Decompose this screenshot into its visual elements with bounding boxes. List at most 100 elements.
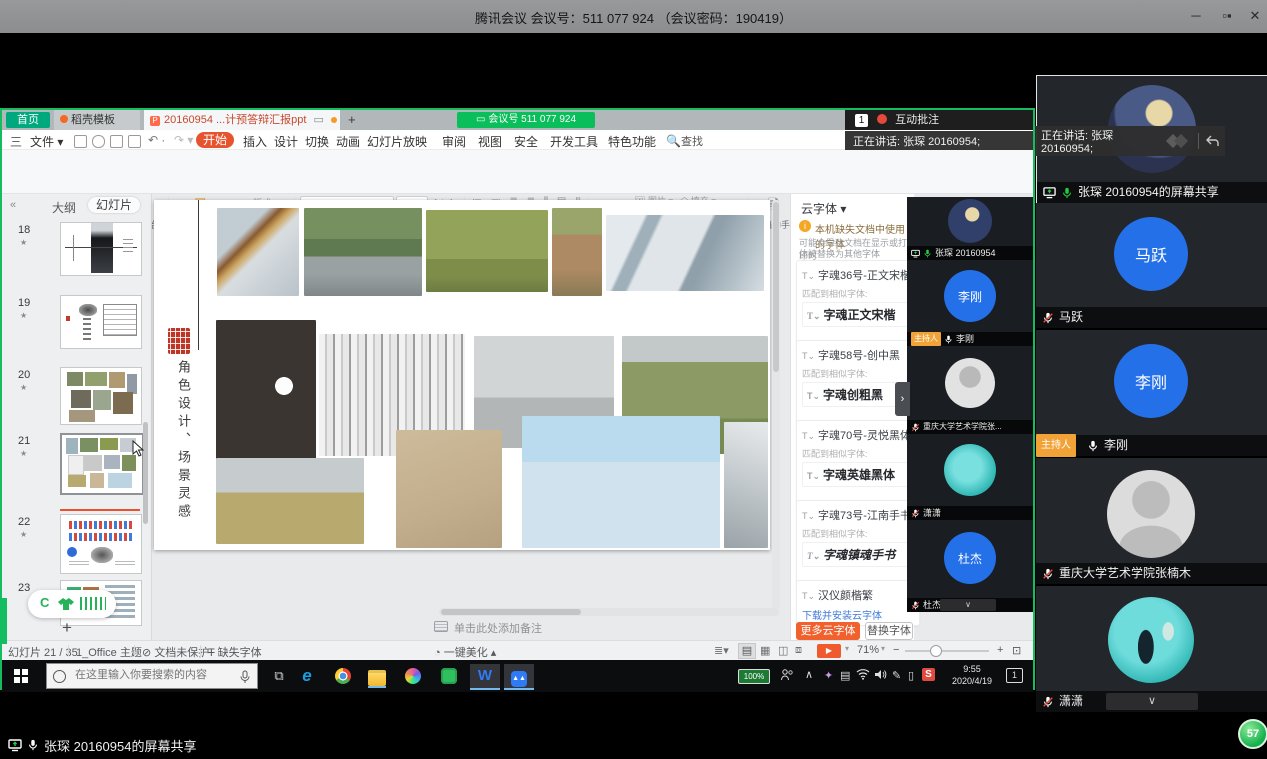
tray-app1-icon[interactable]: ✦	[824, 669, 833, 701]
missing-font-status[interactable]: T 缺失字体	[208, 644, 262, 660]
menu-review[interactable]: 审阅	[442, 133, 466, 150]
notification-icon[interactable]: 1	[1006, 668, 1023, 700]
undo-icon[interactable]: ↶ ·	[148, 133, 165, 147]
restore-button[interactable]: ▫▪	[1214, 6, 1240, 26]
collapse-panel-icon[interactable]: «	[10, 199, 16, 211]
redo-icon[interactable]: ↷ ▾	[174, 133, 193, 147]
share-toolbar-meeting-pill[interactable]: ▭会议号 511 077 924	[457, 112, 595, 128]
zoom-slider-handle[interactable]	[930, 645, 942, 657]
inner-participant-tile[interactable]: 重庆大学艺术学院张...	[907, 346, 1033, 434]
tray-s-app-icon[interactable]: S	[922, 668, 935, 700]
tab-outline[interactable]: 大纲	[52, 199, 76, 216]
reading-view-icon[interactable]: ◫	[778, 644, 788, 657]
chevron-collapse-icon[interactable]: ∨	[1106, 693, 1198, 710]
menu-devtools[interactable]: 开发工具	[550, 133, 598, 150]
menu-features[interactable]: 特色功能	[608, 133, 656, 150]
preview-icon[interactable]	[110, 135, 123, 148]
battery-indicator[interactable]: 100%	[738, 669, 770, 701]
floating-capture-widget[interactable]: C	[28, 590, 116, 618]
menu-file[interactable]: 文件 ▾	[30, 133, 63, 150]
slide-thumb-19[interactable]	[60, 295, 142, 349]
download-font-link[interactable]: 下载并安装云字体	[802, 607, 914, 622]
inner-participant-tile[interactable]: 潇潇	[907, 434, 1033, 520]
menu-view[interactable]: 视图	[478, 133, 502, 150]
taskbar-search[interactable]	[46, 663, 258, 689]
photos-app-icon[interactable]	[400, 664, 426, 688]
font-card-download[interactable]: T⌄汉仪颜楷繁 下载并安装云字体	[796, 580, 920, 626]
explorer-icon[interactable]	[364, 664, 390, 688]
add-slide-button[interactable]: +	[62, 618, 72, 638]
reply-arrow-icon[interactable]	[1205, 135, 1219, 147]
annotate-button[interactable]: 互动批注	[895, 114, 939, 126]
inner-participant-tile[interactable]: 张琛 20160954	[907, 197, 1033, 260]
tray-app2-icon[interactable]: ▯	[908, 669, 914, 701]
green-app-icon[interactable]	[436, 664, 462, 688]
notes-bar[interactable]: 单击此处添加备注	[434, 620, 542, 636]
play-slideshow-button[interactable]: ▶	[817, 644, 841, 658]
edge-icon[interactable]: e	[294, 664, 320, 688]
beautify-button[interactable]: ◔ 一键美化 ▴	[434, 644, 496, 660]
theme-name[interactable]: 1_Office 主题	[76, 644, 142, 660]
menu-security[interactable]: 安全	[514, 133, 538, 150]
tab-slides[interactable]: 幻灯片	[88, 197, 140, 213]
member-count-badge[interactable]: 1	[855, 114, 868, 127]
wifi-icon[interactable]	[856, 668, 870, 700]
slide-canvas[interactable]: 角色设计、场景灵感	[154, 200, 770, 550]
menu-design[interactable]: 设计	[274, 133, 298, 150]
clock[interactable]: 9:552020/4/19	[944, 664, 1000, 696]
search-input[interactable]	[73, 668, 227, 682]
start-button[interactable]	[8, 664, 34, 688]
font-card[interactable]: T⌄字魂73号-江南手书 匹配到相似字体: T⌄字魂镇魂手书	[796, 500, 920, 586]
tray-expand-icon[interactable]: ∧	[805, 668, 813, 700]
zoom-slider-track[interactable]	[905, 650, 989, 652]
tray-pen-icon[interactable]: ✎	[892, 669, 901, 701]
more-cloud-fonts-button[interactable]: 更多云字体	[796, 622, 860, 640]
canvas-vscrollbar[interactable]	[772, 200, 780, 610]
find-icon[interactable]	[128, 135, 141, 148]
hamburger-icon[interactable]: 三	[10, 133, 22, 150]
menu-slideshow[interactable]: 幻灯片放映	[367, 133, 427, 150]
meeting-taskbar-icon[interactable]: ▲▲	[504, 664, 534, 690]
floating-minimized-bubble[interactable]: 57	[1238, 719, 1267, 749]
fonts-panel-title[interactable]: 云字体 ▾	[801, 200, 846, 217]
thumb-scrollbar[interactable]	[143, 422, 148, 524]
people-icon[interactable]	[780, 668, 794, 700]
sorter-view-icon[interactable]: ▦	[760, 644, 770, 657]
wps-home-tab[interactable]: 首页	[6, 112, 50, 128]
wps-document-tab[interactable]: P20160954 ...计预答辩汇报ppt ▭	[144, 110, 340, 130]
presenter-view-icon[interactable]: ⧈	[795, 644, 802, 657]
inner-participant-tile[interactable]: 李刚 主持人李刚	[907, 260, 1033, 346]
menu-start[interactable]: 开始	[196, 132, 234, 148]
chrome-icon[interactable]	[330, 664, 356, 688]
new-tab-button[interactable]: +	[348, 112, 356, 127]
slide-thumb-20[interactable]	[60, 367, 142, 425]
normal-view-icon[interactable]: ▤	[738, 643, 756, 659]
menu-transition[interactable]: 切换	[305, 133, 329, 150]
notes-view-icon[interactable]: ≣▾	[714, 644, 729, 657]
wps-taskbar-icon[interactable]: W	[470, 664, 500, 690]
print-icon[interactable]	[92, 135, 105, 148]
participant-tile[interactable]: 潇潇 ∨	[1036, 586, 1267, 712]
menu-find[interactable]: 🔍查找	[666, 133, 703, 149]
slide-thumb-22[interactable]	[60, 514, 142, 574]
canvas-hscrollbar[interactable]	[439, 608, 779, 616]
zoom-arrow[interactable]: ▾	[881, 644, 885, 653]
panel-collapse-arrow[interactable]: ›	[895, 382, 910, 416]
participant-tile[interactable]: 马跃 马跃	[1036, 203, 1267, 328]
task-view-icon[interactable]: ⧉	[266, 664, 292, 688]
participant-tile[interactable]: 重庆大学艺术学院张楠木	[1036, 458, 1267, 584]
inner-participant-tile[interactable]: 杜杰 杜杰 ∨	[907, 520, 1033, 612]
font-card[interactable]: T⌄字魂70号-灵悦黑体 匹配到相似字体: T⌄字魂英雄黑体	[796, 420, 920, 506]
zoom-out-button[interactable]: −	[893, 644, 899, 656]
play-options-arrow[interactable]: ▾	[845, 644, 849, 653]
replace-font-button[interactable]: 替换字体	[865, 622, 913, 640]
participant-tile-host[interactable]: 李刚 主持人 李刚	[1036, 330, 1267, 456]
font-card[interactable]: T⌄字魂36号-正文宋楷 匹配到相似字体: T⌄字魂正文宋楷	[796, 260, 920, 346]
save-icon[interactable]	[74, 135, 87, 148]
close-button[interactable]: ✕	[1242, 6, 1267, 26]
wps-docer-tab[interactable]: 稻壳模板	[54, 110, 140, 130]
minimize-button[interactable]: ─	[1183, 6, 1209, 26]
fit-screen-button[interactable]: ⊡	[1012, 644, 1021, 657]
menu-insert[interactable]: 插入	[243, 133, 267, 150]
zoom-in-button[interactable]: +	[997, 644, 1003, 656]
